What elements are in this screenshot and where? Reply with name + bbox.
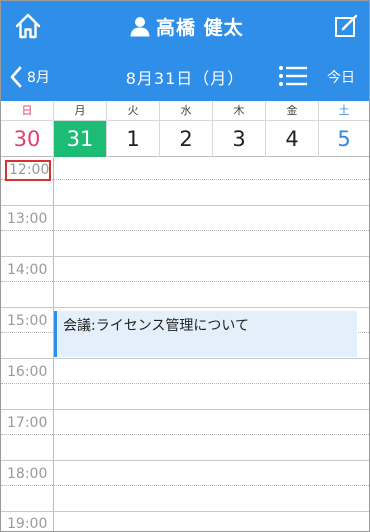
event-title: 会議:ライセンス管理について xyxy=(63,318,250,334)
new-schedule-button[interactable] xyxy=(331,11,361,41)
week-dates: 30 31 1 2 3 4 5 xyxy=(1,121,369,157)
half-hour-line xyxy=(1,434,369,435)
user-icon xyxy=(130,17,150,37)
user-display: 高橋 健太 xyxy=(129,12,244,40)
hour-line xyxy=(1,409,369,410)
date-cell[interactable]: 30 xyxy=(1,121,54,157)
list-view-icon xyxy=(279,66,307,86)
hour-line xyxy=(1,511,369,512)
time-label: 17:00 xyxy=(7,415,48,431)
calendar-screen: 高橋 健太 8月 8月31日（月） 今日 日 月 火 水 木 金 土 30 31… xyxy=(0,0,370,532)
header-bar: 高橋 健太 8月 8月31日（月） 今日 xyxy=(1,1,369,101)
time-label: 15:00 xyxy=(7,313,48,329)
date-cell-selected[interactable]: 31 xyxy=(54,121,107,157)
weekday-tuesday: 火 xyxy=(107,101,160,121)
weekday-monday: 月 xyxy=(54,101,107,121)
time-label: 13:00 xyxy=(7,211,48,227)
hour-line xyxy=(1,358,369,359)
weekday-header: 日 月 火 水 木 金 土 xyxy=(1,101,369,121)
list-view-button[interactable] xyxy=(278,65,308,87)
weekday-saturday: 土 xyxy=(338,104,350,117)
weekday-wednesday: 水 xyxy=(160,101,213,121)
edit-icon xyxy=(335,14,358,37)
prev-month-label: 8月 xyxy=(27,70,50,86)
date-cell[interactable]: 1 xyxy=(107,121,160,157)
weekday-thursday: 木 xyxy=(213,101,266,121)
date-cell[interactable]: 5 xyxy=(319,121,369,157)
half-hour-line xyxy=(1,179,369,180)
weekday-friday: 金 xyxy=(266,101,319,121)
home-icon xyxy=(15,13,41,39)
half-hour-line xyxy=(1,230,369,231)
chevron-left-icon xyxy=(10,66,22,88)
day-timeline[interactable]: 12:00 13:00 14:00 15:00 16:00 17:00 18:0… xyxy=(1,157,369,532)
user-name: 高橋 健太 xyxy=(156,16,244,39)
current-date-title: 8月31日（月） xyxy=(125,69,245,88)
prev-month-button[interactable]: 8月 xyxy=(9,63,50,91)
date-cell[interactable]: 4 xyxy=(266,121,319,157)
half-hour-line xyxy=(1,485,369,486)
time-label: 16:00 xyxy=(7,364,48,380)
today-button[interactable]: 今日 xyxy=(327,67,355,87)
hour-line xyxy=(1,256,369,257)
hour-line xyxy=(1,205,369,206)
date-cell[interactable]: 3 xyxy=(213,121,266,157)
half-hour-line xyxy=(1,383,369,384)
weekday-sunday: 日 xyxy=(1,101,54,121)
current-time-marker: 12:00 xyxy=(5,160,51,181)
date-cell[interactable]: 2 xyxy=(160,121,213,157)
time-label: 19:00 xyxy=(7,516,48,532)
home-button[interactable] xyxy=(13,11,43,41)
half-hour-line xyxy=(1,281,369,282)
hour-line xyxy=(1,307,369,308)
hour-line xyxy=(1,460,369,461)
schedule-event[interactable]: 会議:ライセンス管理について xyxy=(54,311,357,357)
time-label: 14:00 xyxy=(7,262,48,278)
time-label: 18:00 xyxy=(7,466,48,482)
